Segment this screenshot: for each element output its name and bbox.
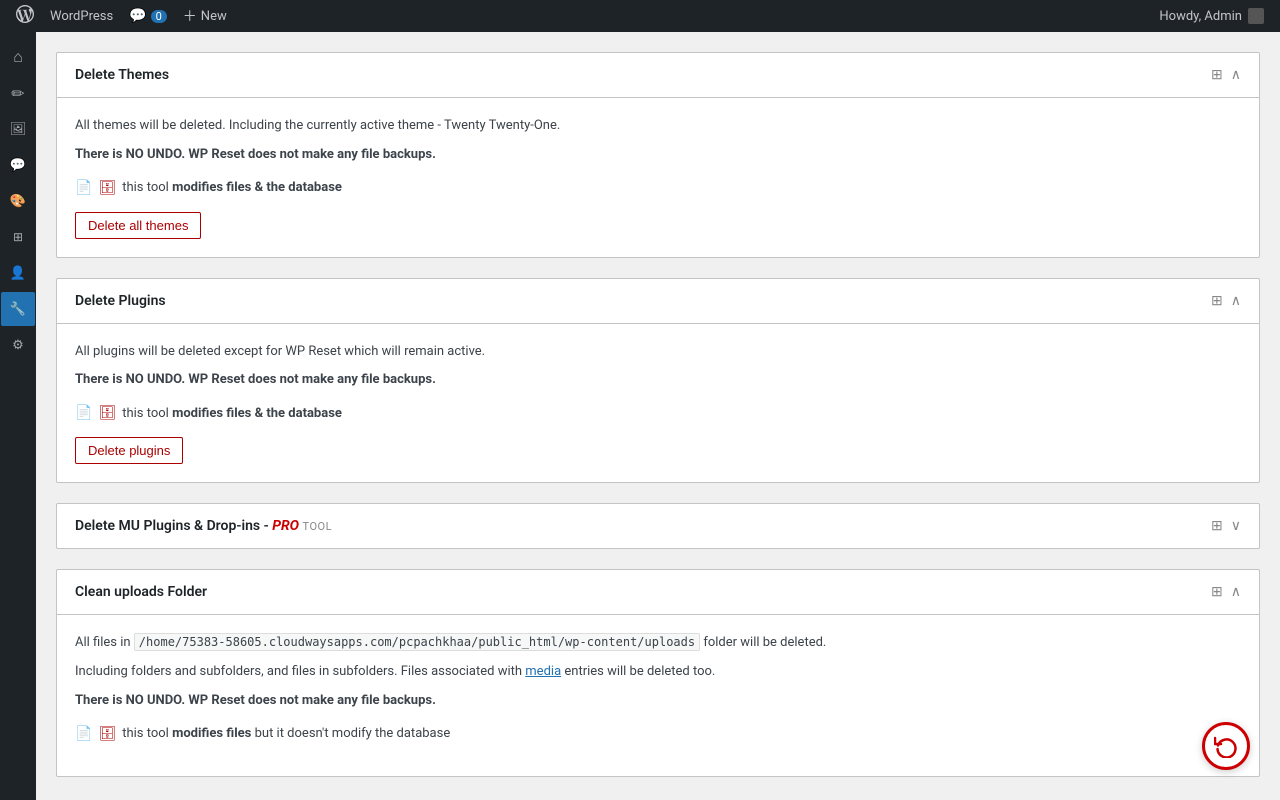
wordpress-logo-icon <box>16 5 34 28</box>
refresh-button[interactable] <box>1202 722 1250 770</box>
file-icon-plugins: 📄 <box>75 405 92 421</box>
sidebar-item-appearance[interactable]: 🎨 <box>1 184 35 218</box>
delete-mu-plugins-collapse-icon[interactable]: ∨ <box>1231 518 1241 534</box>
delete-plugins-body: All plugins will be deleted except for W… <box>57 324 1259 483</box>
delete-themes-title: Delete Themes <box>75 67 169 83</box>
file-icon-uploads: 📄 <box>75 726 92 742</box>
delete-themes-modifier: 📄 🗄 this tool modifies files & the datab… <box>75 180 1241 196</box>
delete-themes-header: Delete Themes ⊞ ∧ <box>57 53 1259 98</box>
delete-plugins-card: Delete Plugins ⊞ ∧ All plugins will be d… <box>56 278 1260 484</box>
delete-plugins-collapse-icon[interactable]: ∧ <box>1231 293 1241 309</box>
clean-uploads-card: Clean uploads Folder ⊞ ∧ All files in /h… <box>56 569 1260 776</box>
comments-link[interactable]: 💬 0 <box>121 0 175 32</box>
howdy-section[interactable]: Howdy, Admin <box>1151 8 1272 24</box>
delete-themes-actions: ⊞ ∧ <box>1211 67 1241 83</box>
plus-icon: ＋ <box>183 6 197 26</box>
delete-themes-body: All themes will be deleted. Including th… <box>57 98 1259 257</box>
new-label: New <box>201 9 227 24</box>
uploads-path: /home/75383-58605.cloudwaysapps.com/pcpa… <box>134 633 700 651</box>
delete-mu-plugins-title: Delete MU Plugins & Drop-ins - PRO TOOL <box>75 518 332 534</box>
sidebar-item-posts[interactable]: ✏ <box>1 76 35 110</box>
sidebar-item-dashboard[interactable]: ⌂ <box>1 40 35 74</box>
sidebar-item-settings[interactable]: ⚙ <box>1 328 35 362</box>
delete-mu-plugins-actions: ⊞ ∨ <box>1211 518 1241 534</box>
new-content-link[interactable]: ＋ New <box>175 0 235 32</box>
wp-logo[interactable] <box>8 0 42 32</box>
comment-icon: 💬 <box>129 8 146 24</box>
database-icon-plugins: 🗄 <box>98 405 116 421</box>
clean-uploads-modifier: 📄 🗄 this tool modifies files but it does… <box>75 726 1241 742</box>
clean-uploads-warning: There is NO UNDO. WP Reset does not make… <box>75 691 1241 712</box>
site-name-label: WordPress <box>50 9 113 24</box>
site-name-link[interactable]: WordPress <box>42 0 121 32</box>
howdy-label: Howdy, Admin <box>1159 9 1242 24</box>
sidebar-item-comments[interactable]: 💬 <box>1 148 35 182</box>
clean-uploads-body: All files in /home/75383-58605.cloudways… <box>57 615 1259 775</box>
media-link[interactable]: media <box>525 664 561 679</box>
database-icon-uploads: 🗄 <box>98 726 116 742</box>
admin-bar: WordPress 💬 0 ＋ New Howdy, Admin <box>0 0 1280 32</box>
delete-plugins-button[interactable]: Delete plugins <box>75 437 183 464</box>
clean-uploads-description2: Including folders and subfolders, and fi… <box>75 662 1241 683</box>
delete-mu-plugins-header: Delete MU Plugins & Drop-ins - PRO TOOL … <box>57 504 1259 548</box>
sidebar-item-users[interactable]: 👤 <box>1 256 35 290</box>
database-icon: 🗄 <box>98 180 116 196</box>
sidebar-item-tools[interactable]: 🔧 <box>1 292 35 326</box>
delete-all-themes-button[interactable]: Delete all themes <box>75 212 201 239</box>
clean-uploads-header: Clean uploads Folder ⊞ ∧ <box>57 570 1259 615</box>
delete-mu-plugins-card: Delete MU Plugins & Drop-ins - PRO TOOL … <box>56 503 1260 549</box>
delete-plugins-modifier: 📄 🗄 this tool modifies files & the datab… <box>75 405 1241 421</box>
delete-mu-plugins-grid-icon[interactable]: ⊞ <box>1211 518 1223 534</box>
delete-plugins-header: Delete Plugins ⊞ ∧ <box>57 279 1259 324</box>
delete-plugins-title: Delete Plugins <box>75 293 166 309</box>
clean-uploads-title: Clean uploads Folder <box>75 584 207 600</box>
user-avatar <box>1248 8 1264 24</box>
delete-plugins-warning: There is NO UNDO. WP Reset does not make… <box>75 370 1241 391</box>
delete-plugins-actions: ⊞ ∧ <box>1211 293 1241 309</box>
delete-themes-description: All themes will be deleted. Including th… <box>75 116 1241 137</box>
delete-themes-grid-icon[interactable]: ⊞ <box>1211 67 1223 83</box>
sidebar-item-plugins[interactable]: ⊞ <box>1 220 35 254</box>
delete-plugins-description: All plugins will be deleted except for W… <box>75 342 1241 363</box>
sidebar-item-media[interactable]: 🖼 <box>1 112 35 146</box>
comments-count: 0 <box>151 10 167 23</box>
file-icon: 📄 <box>75 180 92 196</box>
admin-sidebar: ⌂ ✏ 🖼 💬 🎨 ⊞ 👤 🔧 ⚙ <box>0 32 36 800</box>
delete-plugins-grid-icon[interactable]: ⊞ <box>1211 293 1223 309</box>
clean-uploads-description: All files in /home/75383-58605.cloudways… <box>75 633 1241 654</box>
main-content: Delete Themes ⊞ ∧ All themes will be del… <box>36 32 1280 800</box>
delete-themes-warning: There is NO UNDO. WP Reset does not make… <box>75 145 1241 166</box>
delete-themes-card: Delete Themes ⊞ ∧ All themes will be del… <box>56 52 1260 258</box>
delete-themes-collapse-icon[interactable]: ∧ <box>1231 67 1241 83</box>
clean-uploads-actions: ⊞ ∧ <box>1211 584 1241 600</box>
clean-uploads-collapse-icon[interactable]: ∧ <box>1231 584 1241 600</box>
clean-uploads-grid-icon[interactable]: ⊞ <box>1211 584 1223 600</box>
